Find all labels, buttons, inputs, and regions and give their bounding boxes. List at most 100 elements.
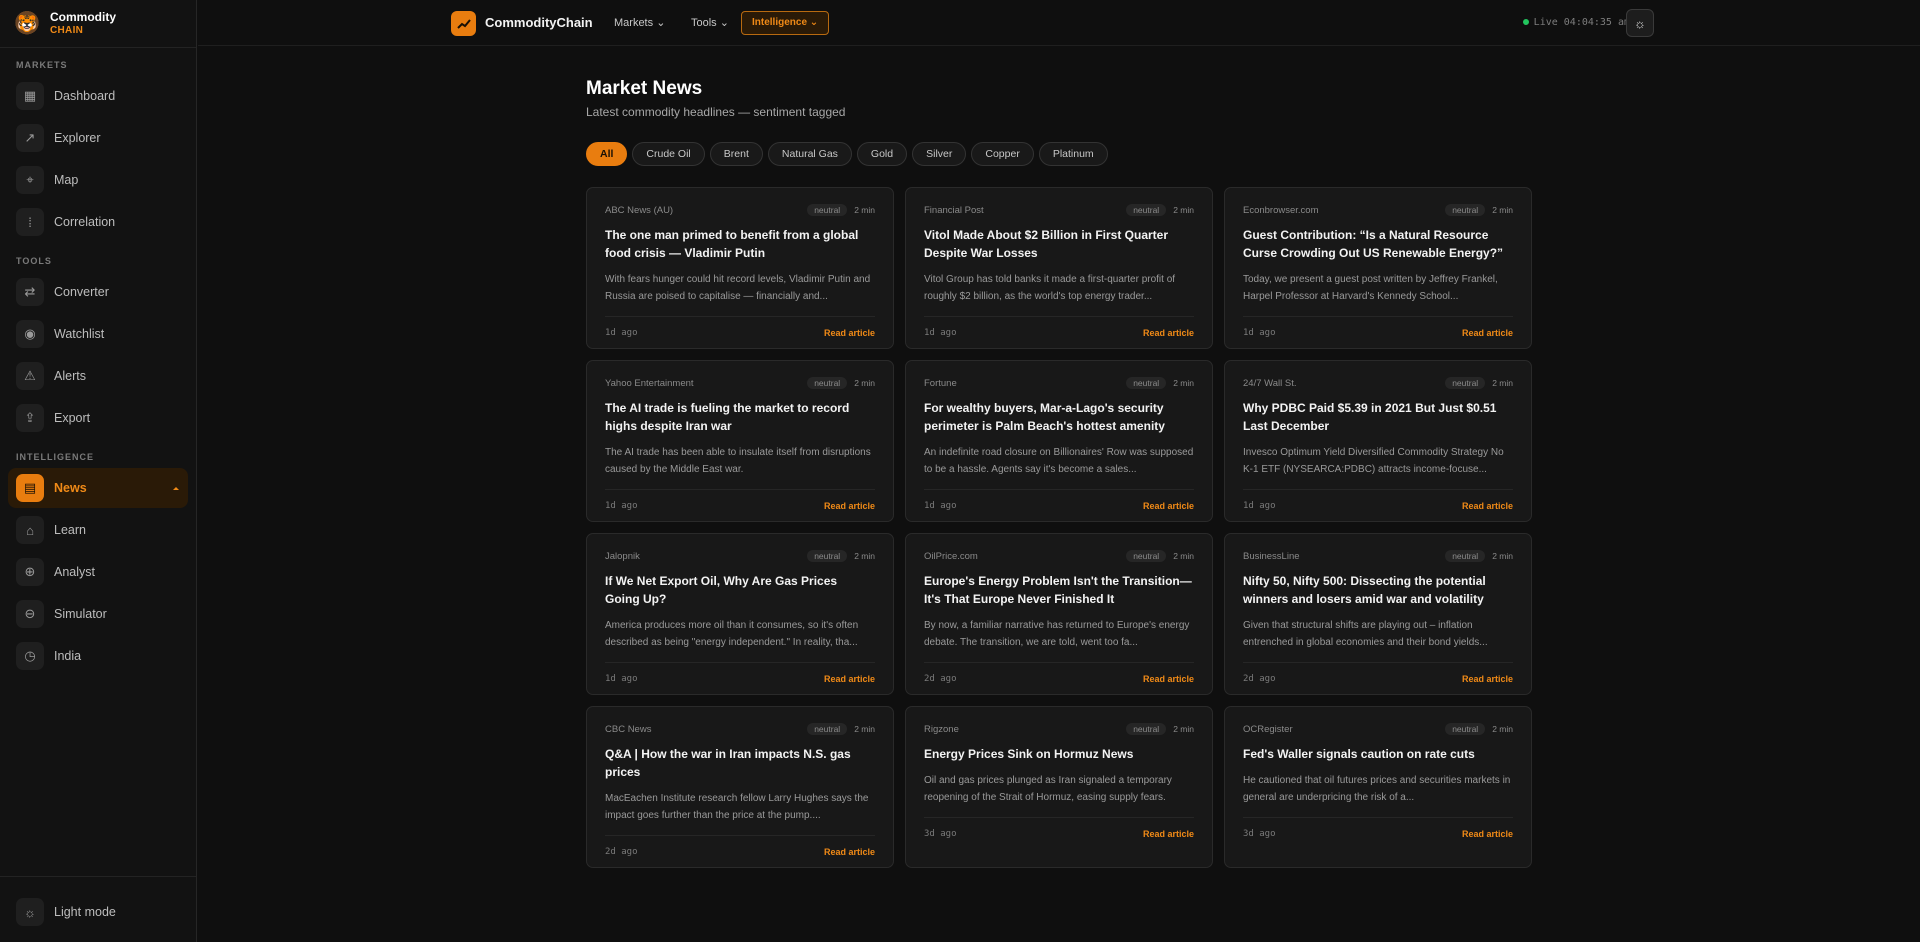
news-grid: ABC News (AU) neutral 2 min The one man pri…: [586, 187, 1532, 879]
top-brand[interactable]: CommodityChain: [485, 15, 593, 30]
filter-chip-all[interactable]: All: [586, 142, 628, 166]
sidebar-item-alerts[interactable]: ⚠ Alerts: [8, 356, 188, 396]
news-title[interactable]: If We Net Export Oil, Why Are Gas Prices…: [605, 572, 875, 608]
chart-trend-icon[interactable]: [451, 11, 476, 36]
trend-line-icon: ↗: [16, 124, 44, 152]
news-title[interactable]: Q&A | How the war in Iran impacts N.S. g…: [605, 745, 875, 781]
markets-menu[interactable]: Markets ⌄: [614, 16, 665, 29]
sidebar-item-india[interactable]: ◷ India: [8, 636, 188, 676]
news-card[interactable]: ABC News (AU) neutral 2 min The one man pri…: [586, 187, 894, 349]
light-mode-toggle[interactable]: ☼ Light mode: [8, 892, 188, 932]
sentiment-badge: neutral: [807, 377, 848, 389]
news-summary: By now, a familiar narrative has returne…: [924, 620, 1190, 648]
news-summary: He cautioned that oil futures prices and…: [1243, 775, 1511, 803]
sidebar-item-watchlist[interactable]: ◉ Watchlist: [8, 314, 188, 354]
sentiment-badge: neutral: [807, 550, 848, 562]
news-card[interactable]: 24/7 Wall St. neutral 2 min Why PDBC Paid $…: [1224, 360, 1532, 522]
read-article-link[interactable]: Read article: [1143, 674, 1194, 684]
news-summary: The AI trade has been able to insulate i…: [605, 447, 871, 475]
card-header: ABC News (AU) neutral 2 min: [605, 204, 875, 216]
read-article-link[interactable]: Read article: [1143, 328, 1194, 338]
sidebar-item-export[interactable]: ⇪ Export: [8, 398, 188, 438]
read-article-link[interactable]: Read article: [824, 674, 875, 684]
sentiment-badge: neutral: [807, 204, 848, 216]
card-header: BusinessLine neutral 2 min: [1243, 550, 1513, 562]
intelligence-menu[interactable]: Intelligence ⌄: [741, 11, 830, 35]
read-article-link[interactable]: Read article: [1143, 501, 1194, 511]
sidebar-item-correlation[interactable]: ⁞ Correlation: [8, 202, 188, 242]
sidebar-item-news[interactable]: ▤ News: [8, 468, 188, 508]
filter-chip-silver[interactable]: Silver: [912, 142, 967, 166]
read-article-link[interactable]: Read article: [1462, 501, 1513, 511]
read-article-link[interactable]: Read article: [1462, 674, 1513, 684]
light-mode-label: Light mode: [54, 905, 116, 919]
news-summary: Oil and gas prices plunged as Iran signa…: [924, 775, 1172, 803]
news-card[interactable]: Yahoo Entertainment neutral 2 min The AI tr…: [586, 360, 894, 522]
published-ago: 2d ago: [1243, 673, 1276, 684]
sidebar-item-converter[interactable]: ⇄ Converter: [8, 272, 188, 312]
read-time: 2 min: [854, 205, 875, 215]
news-card[interactable]: Financial Post neutral 2 min Vitol Made Abo…: [905, 187, 1213, 349]
news-title[interactable]: Europe's Energy Problem Isn't the Transi…: [924, 572, 1194, 608]
news-card[interactable]: Rigzone neutral 2 min Energy Prices Sink on…: [905, 706, 1213, 868]
news-title[interactable]: Fed's Waller signals caution on rate cut…: [1243, 745, 1513, 763]
read-article-link[interactable]: Read article: [1143, 829, 1194, 839]
read-time: 2 min: [1173, 551, 1194, 561]
news-card[interactable]: Fortune neutral 2 min For wealthy buyers, M…: [905, 360, 1213, 522]
tools-menu[interactable]: Tools ⌄: [691, 16, 729, 29]
sidebar-item-learn[interactable]: ⌂ Learn: [8, 510, 188, 550]
sidebar-item-explorer[interactable]: ↗ Explorer: [8, 118, 188, 158]
sidebar-item-map[interactable]: ⌖ Map: [8, 160, 188, 200]
filter-chip-crude-oil[interactable]: Crude Oil: [632, 142, 705, 166]
news-summary: Vitol Group has told banks it made a fir…: [924, 274, 1176, 302]
active-indicator-icon: [173, 487, 179, 490]
filter-chip-gold[interactable]: Gold: [856, 142, 908, 166]
sidebar-footer: ☼ Light mode: [0, 876, 196, 942]
news-title[interactable]: For wealthy buyers, Mar-a-Lago's securit…: [924, 399, 1194, 435]
sidebar-item-dashboard[interactable]: ▦ Dashboard: [8, 76, 188, 116]
filter-chip-natural-gas[interactable]: Natural Gas: [767, 142, 852, 166]
brand[interactable]: 🐯 Commodity CHAIN: [0, 0, 196, 48]
read-article-link[interactable]: Read article: [824, 847, 875, 857]
sidebar-item-analyst[interactable]: ⊕ Analyst: [8, 552, 188, 592]
read-article-link[interactable]: Read article: [824, 328, 875, 338]
news-title[interactable]: Energy Prices Sink on Hormuz News: [924, 745, 1194, 763]
theme-toggle-button[interactable]: ☼: [1626, 9, 1654, 37]
news-card[interactable]: Econbrowser.com neutral 2 min Guest Contrib…: [1224, 187, 1532, 349]
news-title[interactable]: Nifty 50, Nifty 500: Dissecting the pote…: [1243, 572, 1513, 608]
filter-chip-copper[interactable]: Copper: [971, 142, 1034, 166]
news-card[interactable]: BusinessLine neutral 2 min Nifty 50, Nifty …: [1224, 533, 1532, 695]
news-title[interactable]: Guest Contribution: “Is a Natural Resour…: [1243, 226, 1513, 262]
news-title[interactable]: The one man primed to benefit from a glo…: [605, 226, 875, 262]
sidebar-item-simulator[interactable]: ⊖ Simulator: [8, 594, 188, 634]
news-source: Econbrowser.com: [1243, 204, 1319, 216]
sidebar-item-label: Learn: [54, 523, 86, 537]
card-footer: 3d ago Read article: [1243, 817, 1513, 849]
filter-chip-platinum[interactable]: Platinum: [1038, 142, 1108, 166]
news-source: OCRegister: [1243, 723, 1293, 735]
card-header: Fortune neutral 2 min: [924, 377, 1194, 389]
read-article-link[interactable]: Read article: [824, 501, 875, 511]
news-card[interactable]: OCRegister neutral 2 min Fed's Waller signa…: [1224, 706, 1532, 868]
news-card[interactable]: OilPrice.com neutral 2 min Europe's Energy …: [905, 533, 1213, 695]
read-article-link[interactable]: Read article: [1462, 829, 1513, 839]
sidebar-item-label: Export: [54, 411, 91, 425]
news-title[interactable]: Vitol Made About $2 Billion in First Qua…: [924, 226, 1194, 262]
read-time: 2 min: [1492, 205, 1513, 215]
news-card[interactable]: CBC News neutral 2 min Q&A | How the war in…: [586, 706, 894, 868]
read-article-link[interactable]: Read article: [1462, 328, 1513, 338]
nav-section-markets: MARKETS ▦ Dashboard ↗ Explorer ⌖ Map ⁞ Correlati…: [0, 48, 196, 242]
sidebar-item-label: Alerts: [54, 369, 86, 383]
sentiment-badge: neutral: [1445, 723, 1486, 735]
news-title[interactable]: The AI trade is fueling the market to re…: [605, 399, 875, 435]
filter-chip-brent[interactable]: Brent: [709, 142, 763, 166]
read-time: 2 min: [1173, 724, 1194, 734]
news-title[interactable]: Why PDBC Paid $5.39 in 2021 But Just $0.…: [1243, 399, 1513, 435]
card-header: Rigzone neutral 2 min: [924, 723, 1194, 735]
news-summary: America produces more oil than it consum…: [605, 620, 859, 648]
graduation-cap-icon: ⌂: [16, 516, 44, 544]
news-card[interactable]: Jalopnik neutral 2 min If We Net Export Oil…: [586, 533, 894, 695]
nav-section-tools: TOOLS ⇄ Converter ◉ Watchlist ⚠ Alerts ⇪ Export: [0, 244, 196, 438]
read-time: 2 min: [854, 378, 875, 388]
card-header: Financial Post neutral 2 min: [924, 204, 1194, 216]
